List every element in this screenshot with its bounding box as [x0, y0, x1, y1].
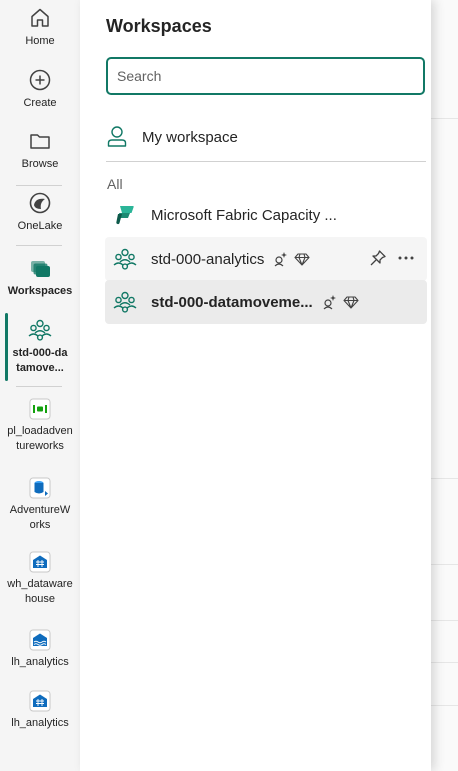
search-box[interactable]	[106, 57, 425, 95]
diamond-icon	[294, 253, 310, 266]
nav-create[interactable]: Create	[2, 68, 78, 111]
my-workspace-item[interactable]: My workspace	[106, 120, 426, 154]
background-divider	[430, 478, 458, 479]
nav-current-workspace-label: std-000-datamove...	[12, 347, 68, 374]
more-options-icon[interactable]	[397, 249, 415, 267]
nav-home[interactable]: Home	[2, 6, 78, 49]
nav-workspaces-label: Workspaces	[7, 285, 73, 297]
nav-recent-item[interactable]: AdventureWorks	[2, 477, 78, 533]
workspace-icon	[113, 291, 137, 313]
workspaces-icon	[31, 261, 50, 277]
workspaces-flyout: Workspaces My workspace All Microsoft Fa…	[80, 0, 431, 771]
nav-divider	[16, 245, 62, 246]
nav-create-label: Create	[23, 97, 57, 109]
my-workspace-label: My workspace	[142, 128, 238, 146]
workspace-badges	[321, 294, 359, 310]
plus-circle-icon	[29, 69, 51, 91]
diamond-icon	[343, 296, 359, 309]
person-icon	[107, 126, 127, 147]
workspace-icon	[113, 248, 137, 270]
nav-recent-item[interactable]: pl_loadadventureworks	[2, 398, 78, 454]
workspace-badges	[272, 251, 310, 267]
search-input[interactable]	[108, 68, 423, 84]
nav-workspaces[interactable]: Workspaces	[2, 256, 78, 299]
background-divider	[430, 564, 458, 565]
nav-current-workspace[interactable]: std-000-datamove...	[2, 318, 78, 376]
workspace-icon	[28, 319, 52, 341]
left-navigation-rail: Home Create Browse OneLake Workspaces st…	[0, 0, 81, 771]
divider	[106, 161, 426, 162]
nav-browse-label: Browse	[21, 158, 59, 170]
warehouse-icon	[29, 551, 51, 573]
background-divider	[430, 620, 458, 621]
sparkle-person-icon	[323, 295, 336, 310]
nav-divider	[16, 386, 62, 387]
pin-icon[interactable]	[369, 249, 387, 267]
nav-recent-item-label: pl_loadadventureworks	[7, 425, 73, 452]
nav-divider	[16, 185, 62, 186]
nav-browse[interactable]: Browse	[2, 129, 78, 172]
home-icon	[31, 8, 49, 27]
panel-title: Workspaces	[106, 16, 212, 36]
nav-recent-item-label: lh_analytics	[11, 656, 69, 668]
background-divider	[430, 662, 458, 663]
workspace-item[interactable]: std-000-datamoveme...	[105, 280, 427, 324]
sql-endpoint-icon	[29, 690, 51, 712]
pipeline-icon	[29, 398, 51, 420]
background-divider	[430, 118, 458, 119]
fabric-logo-icon	[116, 206, 134, 225]
nav-home-label: Home	[25, 35, 55, 47]
workspace-name: std-000-datamoveme...	[151, 293, 313, 311]
workspace-name: std-000-analytics	[151, 250, 265, 268]
sparkle-person-icon	[274, 252, 288, 267]
workspace-item[interactable]: Microsoft Fabric Capacity ...	[105, 193, 427, 237]
nav-recent-item[interactable]: lh_analytics	[2, 629, 78, 670]
folder-icon	[30, 134, 50, 149]
database-icon	[29, 477, 51, 499]
workspace-item[interactable]: std-000-analytics	[105, 237, 427, 281]
nav-recent-item-label: AdventureWorks	[9, 504, 71, 531]
nav-recent-item-label: wh_datawarehouse	[7, 578, 73, 605]
nav-recent-item[interactable]: lh_analytics	[2, 690, 78, 731]
row-actions	[369, 249, 415, 267]
onelake-icon	[29, 192, 51, 214]
background-divider	[430, 705, 458, 706]
nav-recent-item[interactable]: wh_datawarehouse	[2, 551, 78, 607]
section-label: All	[107, 176, 123, 192]
nav-recent-item-label: lh_analytics	[11, 717, 69, 729]
nav-onelake-label: OneLake	[17, 220, 63, 232]
background-page	[430, 0, 458, 771]
nav-onelake[interactable]: OneLake	[2, 191, 78, 234]
workspace-name: Microsoft Fabric Capacity ...	[151, 206, 337, 224]
lakehouse-icon	[29, 629, 51, 651]
